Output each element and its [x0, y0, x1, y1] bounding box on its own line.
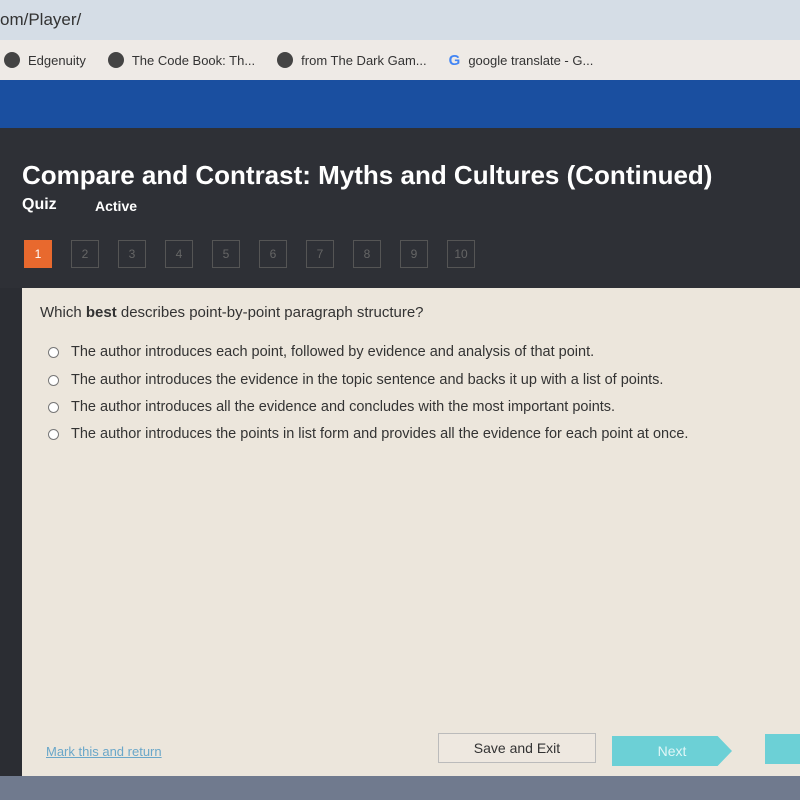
globe-icon — [277, 52, 294, 68]
google-icon: G — [448, 51, 461, 69]
radio-button[interactable] — [48, 374, 59, 386]
question-1[interactable]: 1 — [24, 240, 52, 268]
activity-type: Quiz — [22, 196, 57, 213]
bookmark-label: google translate - G... — [468, 52, 594, 68]
save-and-exit-button[interactable]: Save and Exit — [438, 733, 596, 763]
q-bold: best — [85, 304, 117, 321]
question-10[interactable]: 10 — [447, 240, 475, 268]
question-6[interactable]: 6 — [259, 240, 287, 268]
option-label: The author introduces all the evidence a… — [71, 399, 616, 415]
question-text: Which best describes point-by-point para… — [40, 304, 424, 321]
bookmark-label: from The Dark Gam... — [301, 52, 427, 68]
question-5[interactable]: 5 — [212, 240, 240, 268]
bookmark-label: Edgenuity — [28, 52, 86, 68]
bookmark-google-translate[interactable]: Ggoogle translate - G... — [449, 52, 594, 69]
q-pre: Which — [40, 304, 86, 321]
question-2[interactable]: 2 — [71, 240, 99, 268]
question-9[interactable]: 9 — [400, 240, 428, 268]
radio-button[interactable] — [48, 346, 59, 358]
bookmark-label: The Code Book: Th... — [131, 52, 256, 68]
radio-button[interactable] — [48, 401, 59, 413]
answer-option-1[interactable]: The author introduces each point, follow… — [48, 344, 594, 360]
option-label: The author introduces each point, follow… — [71, 344, 595, 360]
question-nav: 1 2 3 4 5 6 7 8 9 10 — [24, 240, 475, 268]
answer-option-4[interactable]: The author introduces the points in list… — [48, 426, 688, 442]
radio-button[interactable] — [48, 428, 59, 440]
question-panel — [22, 288, 800, 776]
question-8[interactable]: 8 — [353, 240, 381, 268]
mark-and-return-link[interactable]: Mark this and return — [46, 744, 162, 759]
question-3[interactable]: 3 — [118, 240, 146, 268]
globe-icon — [4, 52, 20, 68]
bookmark-dark-game[interactable]: from The Dark Gam... — [277, 52, 427, 68]
submit-button[interactable] — [765, 734, 800, 764]
status-label: Active — [95, 198, 138, 214]
answer-option-2[interactable]: The author introduces the evidence in th… — [48, 372, 663, 388]
option-label: The author introduces the points in list… — [71, 426, 689, 442]
answer-option-3[interactable]: The author introduces all the evidence a… — [48, 399, 615, 415]
site-banner — [0, 80, 800, 128]
bookmark-code-book[interactable]: The Code Book: Th... — [107, 52, 256, 68]
bookmarks-bar: Edgenuity The Code Book: Th... from The … — [0, 40, 800, 80]
next-button[interactable]: Next — [612, 736, 732, 766]
question-4[interactable]: 4 — [165, 240, 193, 268]
option-label: The author introduces the evidence in th… — [71, 372, 664, 388]
bookmark-edgenuity[interactable]: Edgenuity — [4, 52, 86, 68]
q-post: describes point-by-point paragraph struc… — [116, 304, 424, 321]
question-7[interactable]: 7 — [306, 240, 334, 268]
page-title: Compare and Contrast: Myths and Cultures… — [22, 160, 713, 190]
address-bar[interactable]: om/Player/ — [0, 0, 800, 40]
screen-bezel — [0, 776, 800, 800]
globe-icon — [107, 52, 124, 68]
